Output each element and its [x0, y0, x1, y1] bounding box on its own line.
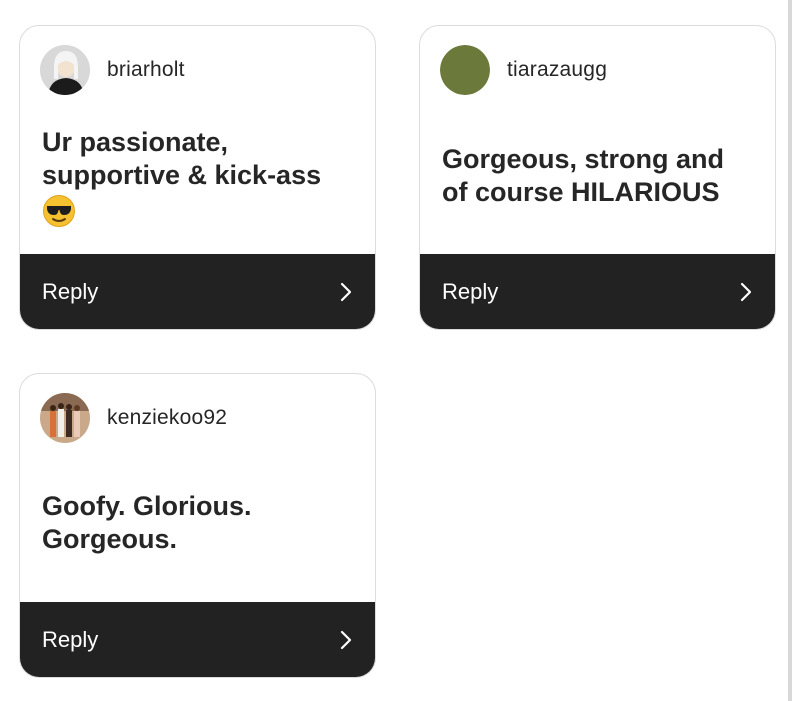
avatar[interactable]: [40, 393, 90, 443]
card-header: briarholt: [40, 44, 185, 96]
message-body: Goofy. Glorious. Gorgeous.: [42, 491, 252, 554]
avatar[interactable]: [440, 45, 490, 95]
message-text: Goofy. Glorious. Gorgeous.: [42, 490, 353, 556]
avatar[interactable]: [40, 45, 90, 95]
message-text: Gorgeous, strong and of course HILARIOUS: [442, 143, 753, 209]
chevron-right-icon: [339, 281, 353, 303]
reply-label: Reply: [42, 626, 99, 652]
message-text: Ur passionate, supportive & kick-ass: [42, 126, 353, 236]
scrollbar[interactable]: [788, 0, 792, 701]
reply-button[interactable]: Reply: [20, 254, 375, 329]
response-card-briarholt[interactable]: briarholt Ur passionate, supportive & ki…: [19, 25, 376, 330]
chevron-right-icon: [739, 281, 753, 303]
message-body: Gorgeous, strong and of course HILARIOUS: [442, 144, 725, 207]
card-header: tiarazaugg: [440, 44, 607, 96]
sunglasses-emoji-icon: [42, 194, 76, 236]
reply-label: Reply: [42, 278, 99, 304]
chevron-right-icon: [339, 629, 353, 651]
username[interactable]: kenziekoo92: [107, 406, 227, 430]
reply-button[interactable]: Reply: [20, 602, 375, 677]
reply-label: Reply: [442, 278, 499, 304]
response-card-tiarazaugg[interactable]: tiarazaugg Gorgeous, strong and of cours…: [419, 25, 776, 330]
message-body: Ur passionate, supportive & kick-ass: [42, 127, 322, 190]
card-header: kenziekoo92: [40, 392, 227, 444]
reply-button[interactable]: Reply: [420, 254, 775, 329]
response-card-kenziekoo92[interactable]: kenziekoo92 Goofy. Glorious. Gorgeous. R…: [19, 373, 376, 678]
username[interactable]: tiarazaugg: [507, 58, 607, 82]
username[interactable]: briarholt: [107, 58, 185, 82]
